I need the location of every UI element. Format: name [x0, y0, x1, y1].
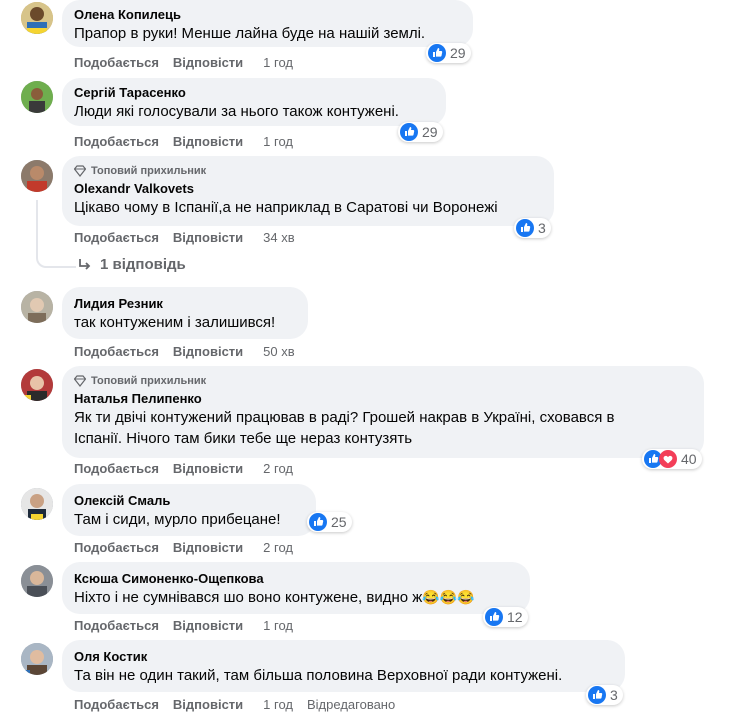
comment-actions: Подобається Відповісти 2 год [74, 461, 307, 477]
comment-bubble: Оля Костик Та він не один такий, там біл… [62, 640, 625, 692]
diamond-icon [74, 375, 86, 387]
comment-text: так контуженим і залишився! [74, 314, 276, 331]
comment-bubble: Сергій Тарасенко Люди які голосували за … [62, 78, 446, 126]
like-button[interactable]: Подобається [74, 618, 159, 634]
reply-button[interactable]: Відповісти [173, 697, 243, 713]
avatar[interactable] [21, 369, 53, 401]
reaction-summary[interactable]: 25 [307, 512, 352, 532]
avatar[interactable] [21, 565, 53, 597]
comment-text: Цікаво чому в Іспанії,а не наприклад в С… [74, 199, 498, 216]
comment-bubble: Олена Копилець Прапор в руки! Менше лайн… [62, 0, 473, 47]
reaction-summary[interactable]: 3 [514, 218, 551, 238]
timestamp[interactable]: 1 год [263, 134, 293, 150]
reaction-summary[interactable]: 12 [483, 607, 528, 627]
comment-author[interactable]: Олексій Смаль [74, 492, 304, 509]
comment-text-line: Як ти двічі контужений працював в раді? … [74, 409, 615, 426]
like-reaction-icon [400, 123, 418, 141]
comment-author[interactable]: Сергій Тарасенко [74, 84, 434, 101]
edited-label[interactable]: Відредаговано [307, 697, 395, 713]
like-reaction-icon [588, 686, 606, 704]
comment-text: Люди які голосували за нього також конту… [74, 103, 399, 120]
avatar[interactable] [21, 643, 53, 675]
comment-actions: Подобається Відповісти 1 год [74, 55, 307, 71]
reply-arrow-icon [79, 258, 91, 270]
avatar[interactable] [21, 81, 53, 113]
like-reaction-icon [516, 219, 534, 237]
like-reaction-icon [309, 513, 327, 531]
comment-actions: Подобається Відповісти 50 хв [74, 344, 309, 360]
comment-author[interactable]: Олена Копилець [74, 6, 461, 23]
love-reaction-icon [659, 450, 677, 468]
reaction-count: 3 [538, 220, 546, 236]
reaction-summary[interactable]: 29 [426, 43, 471, 63]
timestamp[interactable]: 1 год [263, 697, 293, 713]
laughing-emoji: 😂😂😂 [422, 589, 475, 605]
like-reaction-icon [428, 44, 446, 62]
reaction-count: 29 [422, 124, 438, 140]
timestamp[interactable]: 2 год [263, 461, 293, 477]
reaction-summary[interactable]: 3 [586, 685, 623, 705]
avatar[interactable] [21, 488, 53, 520]
like-button[interactable]: Подобається [74, 344, 159, 360]
comment-actions: Подобається Відповісти 2 год [74, 540, 307, 556]
reply-button[interactable]: Відповісти [173, 230, 243, 246]
comment-bubble: Олексій Смаль Там і сиди, мурло прибецан… [62, 484, 316, 536]
timestamp[interactable]: 1 год [263, 55, 293, 71]
reaction-count: 25 [331, 514, 347, 530]
comment-actions: Подобається Відповісти 34 хв [74, 230, 309, 246]
comment-bubble: Ксюша Симоненко-Ощепкова Ніхто і не сумн… [62, 562, 530, 614]
reply-button[interactable]: Відповісти [173, 618, 243, 634]
like-button[interactable]: Подобається [74, 55, 159, 71]
reaction-count: 29 [450, 45, 466, 61]
comment-bubble: Лидия Резник так контуженим і залишився! [62, 287, 308, 339]
reply-button[interactable]: Відповісти [173, 134, 243, 150]
comment-author[interactable]: Ксюша Симоненко-Ощепкова [74, 570, 518, 587]
reply-button[interactable]: Відповісти [173, 55, 243, 71]
comment-author[interactable]: Оля Костик [74, 648, 613, 665]
thread-connector [36, 200, 76, 268]
reaction-count: 3 [610, 687, 618, 703]
comment-bubble: Топовий прихильник Olexandr Valkovets Ці… [62, 156, 554, 226]
reaction-summary[interactable]: 29 [398, 122, 443, 142]
like-button[interactable]: Подобається [74, 134, 159, 150]
comment-actions: Подобається Відповісти 1 год [74, 134, 307, 150]
timestamp[interactable]: 50 хв [263, 344, 294, 360]
avatar[interactable] [21, 2, 53, 34]
reaction-count: 40 [681, 451, 697, 467]
view-replies-button[interactable]: 1 відповідь [78, 256, 186, 273]
comment-text: Та він не один такий, там більша половин… [74, 667, 563, 684]
comment-bubble: Топовий прихильник Наталья Пелипенко Як … [62, 366, 704, 458]
reply-button[interactable]: Відповісти [173, 461, 243, 477]
reaction-summary[interactable]: 40 [642, 449, 702, 469]
timestamp[interactable]: 1 год [263, 618, 293, 634]
comment-text: Прапор в руки! Менше лайна буде на нашій… [74, 25, 426, 42]
like-button[interactable]: Подобається [74, 230, 159, 246]
comment-actions: Подобається Відповісти 1 год Відредагова… [74, 697, 409, 713]
comment-author[interactable]: Olexandr Valkovets [74, 180, 542, 197]
timestamp[interactable]: 34 хв [263, 230, 294, 246]
reaction-count: 12 [507, 609, 523, 625]
top-fan-badge: Топовий прихильник [74, 164, 542, 178]
like-button[interactable]: Подобається [74, 461, 159, 477]
reply-button[interactable]: Відповісти [173, 540, 243, 556]
reply-button[interactable]: Відповісти [173, 344, 243, 360]
like-reaction-icon [485, 608, 503, 626]
comment-actions: Подобається Відповісти 1 год [74, 618, 307, 634]
avatar[interactable] [21, 291, 53, 323]
comment-author[interactable]: Лидия Резник [74, 295, 296, 312]
comment-text: Ніхто і не сумнівався шо воно контужене,… [74, 589, 475, 606]
timestamp[interactable]: 2 год [263, 540, 293, 556]
comment-text: Там і сиди, мурло прибецане! [74, 511, 281, 528]
top-fan-badge: Топовий прихильник [74, 374, 692, 388]
comment-author[interactable]: Наталья Пелипенко [74, 390, 692, 407]
like-button[interactable]: Подобається [74, 540, 159, 556]
avatar[interactable] [21, 160, 53, 192]
diamond-icon [74, 165, 86, 177]
comment-text-line: Іспанії. Нічого там бики тебе ще нераз к… [74, 430, 413, 447]
like-button[interactable]: Подобається [74, 697, 159, 713]
